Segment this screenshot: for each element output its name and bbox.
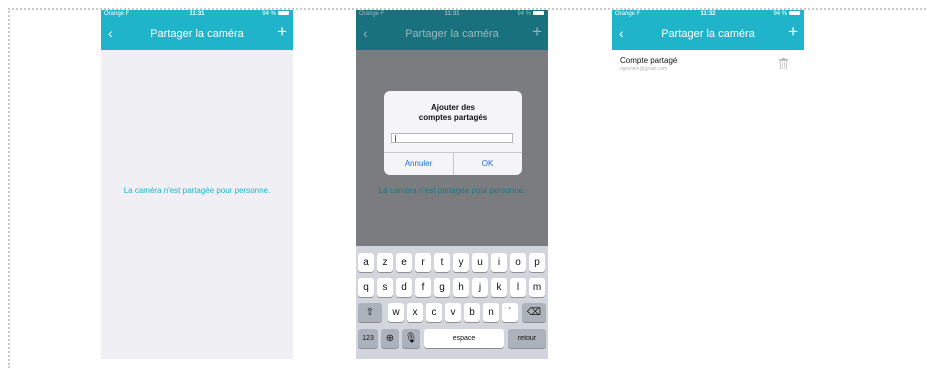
key-u[interactable]: u — [472, 253, 488, 272]
shift-icon[interactable]: ⇧ — [358, 303, 382, 322]
nav-bar: ‹ Partager la caméra + — [612, 19, 804, 50]
plus-icon[interactable]: + — [788, 22, 798, 42]
key-g[interactable]: g — [434, 278, 450, 297]
battery-percent: 94 % — [517, 11, 531, 17]
battery-icon — [533, 11, 544, 16]
dialog-actions: Annuler OK — [384, 152, 522, 175]
status-bar: Orange F 11:32 94 % — [612, 10, 804, 19]
key-c[interactable]: c — [426, 303, 442, 322]
key-m[interactable]: m — [529, 278, 545, 297]
keyboard: a z e r t y u i o p q s d f g h j k l m … — [356, 246, 548, 359]
keyboard-row-2: q s d f g h j k l m — [356, 278, 548, 300]
key-z[interactable]: z — [377, 253, 393, 272]
plus-icon[interactable]: + — [277, 22, 287, 42]
add-shared-accounts-dialog: Ajouter des comptes partagés Annuler OK — [384, 91, 522, 175]
key-y[interactable]: y — [453, 253, 469, 272]
shared-account-title: Compte partagé — [620, 56, 678, 65]
keyboard-row-4: 123 ⊕ 🎙 espace retour — [356, 329, 548, 351]
status-bar: Orange F 11:31 94 % — [101, 10, 293, 19]
battery-percent: 94 % — [773, 11, 787, 17]
microphone-icon[interactable]: 🎙 — [402, 329, 420, 348]
key-i[interactable]: i — [491, 253, 507, 272]
backspace-icon[interactable]: ⌫ — [522, 303, 546, 322]
globe-icon[interactable]: ⊕ — [381, 329, 399, 348]
page-title: Partager la caméra — [150, 28, 244, 40]
text-caret — [395, 135, 396, 142]
dialog-title: Ajouter des comptes partagés — [384, 103, 522, 123]
key-p[interactable]: p — [529, 253, 545, 272]
key-w[interactable]: w — [388, 303, 404, 322]
empty-state-message: La caméra n'est partagée pour personne. — [378, 186, 526, 195]
dialog-title-line2: comptes partagés — [418, 113, 488, 122]
plus-icon[interactable]: + — [532, 22, 542, 42]
shared-account-row[interactable]: Compte partagé ogrunien@gmail.com — [612, 50, 804, 81]
key-d[interactable]: d — [396, 278, 412, 297]
battery-indicator: 94 % — [517, 10, 544, 19]
ok-button[interactable]: OK — [453, 159, 522, 168]
trash-icon[interactable] — [779, 58, 788, 69]
key-q[interactable]: q — [358, 278, 374, 297]
battery-percent: 94 % — [262, 11, 276, 17]
keyboard-row-1: a z e r t y u i o p — [356, 253, 548, 275]
page-title: Partager la caméra — [405, 28, 499, 40]
numbers-key[interactable]: 123 — [358, 329, 378, 348]
key-k[interactable]: k — [491, 278, 507, 297]
return-key[interactable]: retour — [508, 329, 546, 348]
page-title: Partager la caméra — [661, 28, 755, 40]
phone-screen-empty: Orange F 11:31 94 % ‹ Partager la caméra… — [101, 10, 293, 359]
battery-indicator: 94 % — [773, 10, 800, 19]
key-t[interactable]: t — [434, 253, 450, 272]
keyboard-row-3: ⇧ w x c v b n ´ ⌫ — [356, 303, 548, 325]
key-f[interactable]: f — [415, 278, 431, 297]
shared-account-email: ogrunien@gmail.com — [620, 66, 668, 72]
key-l[interactable]: l — [510, 278, 526, 297]
key-s[interactable]: s — [377, 278, 393, 297]
nav-bar: ‹ Partager la caméra + — [356, 19, 548, 50]
cancel-button[interactable]: Annuler — [384, 159, 453, 168]
battery-indicator: 94 % — [262, 10, 289, 19]
key-j[interactable]: j — [472, 278, 488, 297]
key-v[interactable]: v — [445, 303, 461, 322]
key-e[interactable]: e — [396, 253, 412, 272]
key-b[interactable]: b — [464, 303, 480, 322]
battery-icon — [789, 11, 800, 16]
empty-state-message: La caméra n'est partagée pour personne. — [123, 186, 271, 195]
key-a[interactable]: a — [358, 253, 374, 272]
space-key[interactable]: espace — [424, 329, 504, 348]
phone-screen-dialog: Orange F 11:31 94 % ‹ Partager la caméra… — [356, 10, 548, 359]
battery-icon — [278, 11, 289, 16]
nav-bar: ‹ Partager la caméra + — [101, 19, 293, 50]
dialog-title-line1: Ajouter des — [430, 103, 475, 112]
key-accent[interactable]: ´ — [502, 303, 518, 322]
key-r[interactable]: r — [415, 253, 431, 272]
account-input[interactable] — [391, 133, 513, 143]
key-n[interactable]: n — [483, 303, 499, 322]
status-bar: Orange F 11:31 94 % — [356, 10, 548, 19]
phone-screen-shared: Orange F 11:32 94 % ‹ Partager la caméra… — [612, 10, 804, 359]
key-h[interactable]: h — [453, 278, 469, 297]
key-x[interactable]: x — [407, 303, 423, 322]
key-o[interactable]: o — [510, 253, 526, 272]
